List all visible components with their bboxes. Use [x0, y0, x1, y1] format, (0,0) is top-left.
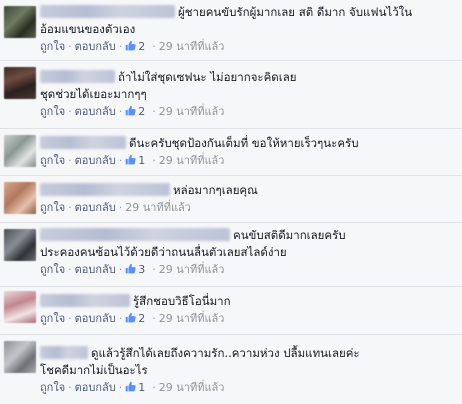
comment-text: ผู้ชายคนขับรักผู้มากเลย สติ ดีมาก จับแฟน… [178, 5, 413, 19]
reply-link[interactable]: ตอบกลับ [75, 381, 116, 394]
comment-timestamp[interactable]: 29 นาทีที่แล้ว [159, 40, 225, 53]
avatar[interactable] [4, 341, 36, 373]
like-link[interactable]: ถูกใจ [40, 312, 65, 325]
like-link[interactable]: ถูกใจ [40, 154, 65, 167]
like-link[interactable]: ถูกใจ [40, 201, 65, 214]
commenter-name-blurred[interactable] [40, 70, 115, 83]
avatar[interactable] [4, 6, 36, 38]
comment-timestamp[interactable]: 29 นาทีที่แล้ว [159, 312, 225, 325]
commenter-name-blurred[interactable] [40, 136, 126, 149]
comment-item: ดีนะครับชุดป้องกันเต็มที่ ขอให้หายเร็วๆน… [0, 128, 462, 175]
commenter-name-blurred[interactable] [40, 183, 170, 196]
thumbs-up-icon[interactable] [125, 381, 136, 392]
reply-link[interactable]: ตอบกลับ [75, 105, 116, 118]
comment-actions: ถูกใจ · ตอบกลับ · 29 นาทีที่แล้ว [40, 201, 191, 214]
comment-text: คนขับสติดีมากเลยครับ [233, 228, 346, 242]
like-link[interactable]: ถูกใจ [40, 381, 65, 394]
comment-timestamp[interactable]: 29 นาทีที่แล้ว [159, 263, 225, 276]
comment-timestamp[interactable]: 29 นาทีที่แล้ว [125, 201, 191, 214]
comment-item: ผู้ชายคนขับรักผู้มากเลย สติ ดีมาก จับแฟน… [0, 0, 462, 60]
like-count[interactable]: 1 [138, 381, 145, 394]
reply-link[interactable]: ตอบกลับ [75, 312, 116, 325]
comment-timestamp[interactable]: 29 นาทีที่แล้ว [159, 154, 225, 167]
thumbs-up-icon[interactable] [125, 263, 136, 274]
like-link[interactable]: ถูกใจ [40, 40, 65, 53]
comment-text-continued: อ้อมแขนของตัวเอง [40, 22, 136, 36]
comment-text-continued: โชคดีมากไม่เป็นอะไร [40, 363, 148, 377]
like-count[interactable]: 2 [138, 105, 145, 118]
avatar[interactable] [4, 182, 36, 214]
thumbs-up-icon[interactable] [125, 40, 136, 51]
commenter-name-blurred[interactable] [40, 346, 88, 359]
comment-text-continued: ชุดช่วยได้เยอะมากๆๆ [40, 87, 147, 101]
comment-actions: ถูกใจ · ตอบกลับ · 2 · 29 นาทีที่แล้ว [40, 312, 225, 325]
avatar[interactable] [4, 291, 36, 323]
reply-link[interactable]: ตอบกลับ [75, 263, 116, 276]
like-count[interactable]: 2 [138, 312, 145, 325]
comment-list: ผู้ชายคนขับรักผู้มากเลย สติ ดีมาก จับแฟน… [0, 0, 462, 404]
reply-link[interactable]: ตอบกลับ [75, 154, 116, 167]
comment-actions: ถูกใจ · ตอบกลับ · 3 · 29 นาทีที่แล้ว [40, 263, 225, 276]
commenter-name-blurred[interactable] [40, 294, 130, 307]
like-count[interactable]: 3 [138, 263, 145, 276]
comment-actions: ถูกใจ · ตอบกลับ · 1 · 29 นาทีที่แล้ว [40, 381, 225, 394]
comment-timestamp[interactable]: 29 นาทีที่แล้ว [159, 381, 225, 394]
comment-actions: ถูกใจ · ตอบกลับ · 1 · 29 นาทีที่แล้ว [40, 154, 225, 167]
avatar[interactable] [4, 229, 36, 261]
comment-text: ดูแล้วรู้สึกได้เลยถึงความรัก..ความห่วง ป… [91, 346, 360, 360]
comment-text: หล่อมากๆเลยคุณ [173, 183, 258, 197]
comment-item: คนขับสติดีมากเลยครับ ประคองคนซ้อนไว้ด้วย… [0, 222, 462, 286]
like-link[interactable]: ถูกใจ [40, 105, 65, 118]
thumbs-up-icon[interactable] [125, 105, 136, 116]
like-count[interactable]: 2 [138, 40, 145, 53]
comment-item: ดูแล้วรู้สึกได้เลยถึงความรัก..ความห่วง ป… [0, 334, 462, 404]
comment-text: ถ้าไม่ใส่ชุดเซฟนะ ไม่อยากจะคิดเลย [118, 70, 297, 84]
thumbs-up-icon[interactable] [125, 154, 136, 165]
reply-link[interactable]: ตอบกลับ [75, 40, 116, 53]
comment-text-continued: ประคองคนซ้อนไว้ด้วยดีว่าถนนลื่นตัวเลยสไล… [40, 245, 287, 259]
commenter-name-blurred[interactable] [40, 5, 175, 18]
comment-timestamp[interactable]: 29 นาทีที่แล้ว [159, 105, 225, 118]
avatar[interactable] [4, 67, 36, 99]
comment-actions: ถูกใจ · ตอบกลับ · 2 · 29 นาทีที่แล้ว [40, 105, 225, 118]
comment-item: รู้สึกชอบวิธีโอนี่มาก ถูกใจ · ตอบกลับ · 2 · 29… [0, 286, 462, 334]
reply-link[interactable]: ตอบกลับ [75, 201, 116, 214]
comment-item: ถ้าไม่ใส่ชุดเซฟนะ ไม่อยากจะคิดเลย ชุดช่ว… [0, 60, 462, 128]
thumbs-up-icon[interactable] [125, 312, 136, 323]
like-count[interactable]: 1 [138, 154, 145, 167]
comment-item: หล่อมากๆเลยคุณ ถูกใจ · ตอบกลับ · 29 นาทีที่แ… [0, 175, 462, 222]
like-link[interactable]: ถูกใจ [40, 263, 65, 276]
comment-text: รู้สึกชอบวิธีโอนี่มาก [133, 294, 231, 308]
comment-text: ดีนะครับชุดป้องกันเต็มที่ ขอให้หายเร็วๆน… [129, 136, 359, 150]
comment-actions: ถูกใจ · ตอบกลับ · 2 · 29 นาทีที่แล้ว [40, 40, 225, 53]
avatar[interactable] [4, 135, 36, 167]
commenter-name-blurred[interactable] [40, 228, 230, 241]
